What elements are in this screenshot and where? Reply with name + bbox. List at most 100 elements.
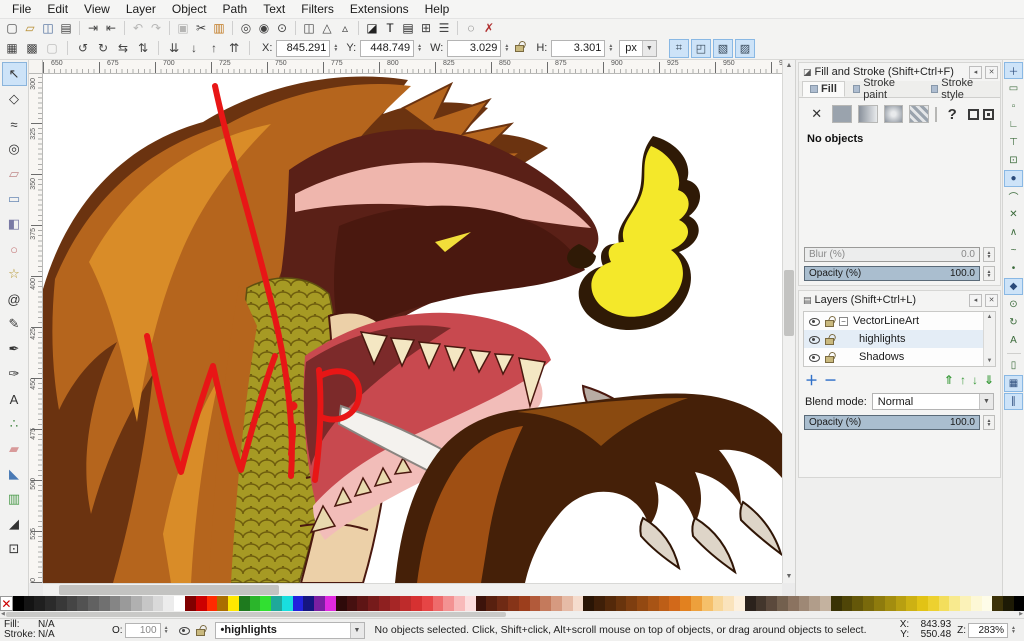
copy-button[interactable]: ▣ [174,20,192,36]
zoom-spinner[interactable]: ▲▼ [1011,626,1016,634]
close-icon[interactable]: ✕ [985,294,998,307]
spellcheck-button[interactable]: ✗ [480,20,498,36]
palette-swatch[interactable] [250,596,261,611]
dock-collapse-icon[interactable]: ◂ [969,294,982,307]
lower-layer-bottom-button[interactable]: ⇓ [984,373,994,387]
palette-swatch[interactable] [756,596,767,611]
fs-opacity-spinner[interactable]: ▲▼ [983,266,995,281]
tab-stroke-paint[interactable]: Stroke paint [845,81,923,97]
rectangle-button[interactable]: ▭ [2,187,27,211]
snap-bounding-box-button[interactable]: ▭ [1004,80,1023,97]
palette-swatch[interactable] [120,596,131,611]
palette-swatch[interactable] [368,596,379,611]
h-field[interactable]: 3.301 [551,40,605,57]
palette-swatch[interactable] [885,596,896,611]
ellipse-button[interactable]: ○ [2,237,27,261]
rotate-ccw-button[interactable]: ↺ [74,39,92,57]
gradient-button[interactable]: ▥ [2,487,27,511]
palette-swatch[interactable] [217,596,228,611]
menu-view[interactable]: View [76,1,118,17]
snap-page-border-button[interactable]: ▯ [1004,357,1023,374]
menu-filters[interactable]: Filters [293,1,342,17]
zoom-drawing-button[interactable]: ◉ [255,20,273,36]
canvas-hscrollbar[interactable] [43,583,782,596]
menu-object[interactable]: Object [164,1,215,17]
measure-button[interactable]: ▱ [2,162,27,186]
unlink-clone-button[interactable]: ▵ [336,20,354,36]
eye-icon[interactable] [809,334,820,345]
canvas[interactable] [43,74,782,583]
snap-object-centers-button[interactable]: ⊙ [1004,296,1023,313]
palette-swatch[interactable] [239,596,250,611]
cut-button[interactable]: ✂ [192,20,210,36]
layer-list-scrollbar[interactable]: ▲▼ [983,312,995,366]
text-dialog-button[interactable]: T [381,20,399,36]
snap-nodes-button[interactable]: ● [1004,170,1023,187]
palette-swatch[interactable] [551,596,562,611]
canvas-vscrollbar[interactable]: ▲ ▼ [782,60,795,583]
radial-gradient-button[interactable] [884,105,904,123]
palette-swatch[interactable] [745,596,756,611]
layer-row[interactable]: highlights [804,330,995,348]
selector-button[interactable]: ↖ [2,62,27,86]
palette-swatch[interactable] [949,596,960,611]
palette-swatch[interactable] [573,596,584,611]
snap-bbox-edge-midpoints-button[interactable]: ⊤ [1004,134,1023,151]
palette-swatch[interactable] [842,596,853,611]
opacity-status-spinner[interactable]: ▲▼ [164,626,169,634]
palette-swatch[interactable] [519,596,530,611]
open-document-button[interactable]: ▱ [21,20,39,36]
opacity-status-field[interactable]: 100 [125,623,161,638]
fs-opacity-slider[interactable]: Opacity (%)100.0 [804,266,980,281]
tab-fill[interactable]: Fill [802,81,845,97]
w-spinner[interactable]: ▲▼ [504,44,509,52]
snap-path-intersections-button[interactable]: ✕ [1004,206,1023,223]
star-button[interactable]: ☆ [2,262,27,286]
swatch-button[interactable] [935,107,937,122]
layers-dialog-button[interactable]: ▤ [399,20,417,36]
snap-grid-button[interactable]: ▦ [1004,375,1023,392]
palette-swatch[interactable] [56,596,67,611]
snap-others-button[interactable]: ◆ [1004,278,1023,295]
lower-to-bottom-button[interactable]: ⇊ [165,39,183,57]
menu-help[interactable]: Help [417,1,458,17]
lower-button[interactable]: ↓ [185,39,203,57]
ruler-horizontal[interactable]: 6506757007257507758008258508759009259509… [43,60,782,74]
blur-spinner[interactable]: ▲▼ [983,247,995,262]
expander-icon[interactable]: − [839,317,848,326]
create-clone-button[interactable]: △ [318,20,336,36]
current-layer-select[interactable]: •highlights▼ [215,622,365,639]
raise-to-top-button[interactable]: ⇈ [225,39,243,57]
menu-text[interactable]: Text [255,1,293,17]
export-button[interactable]: ⇤ [102,20,120,36]
connector-button[interactable]: ⊡ [2,537,27,561]
flip-horizontal-button[interactable]: ⇆ [114,39,132,57]
palette-scroll-thumb[interactable] [6,612,506,617]
layer-opacity-slider[interactable]: Opacity (%)100.0 [804,415,980,430]
paint-bucket-button[interactable]: ◣ [2,462,27,486]
palette-swatch[interactable] [616,596,627,611]
palette-swatch[interactable] [347,596,358,611]
eraser-button[interactable]: ▰ [2,437,27,461]
redo-button[interactable]: ↷ [147,20,165,36]
import-button[interactable]: ⇥ [84,20,102,36]
scale-stroke-toggle-button[interactable]: ⌗ [669,39,689,58]
palette-swatch-none[interactable]: ✕ [0,596,13,611]
move-gradients-toggle-button[interactable]: ▧ [713,39,733,58]
palette-swatch[interactable] [723,596,734,611]
palette-swatch[interactable] [88,596,99,611]
lock-icon[interactable] [825,356,834,363]
palette-swatch[interactable] [1014,596,1024,611]
linear-gradient-button[interactable] [858,105,878,123]
palette-swatch[interactable] [874,596,885,611]
palette-swatch[interactable] [1003,596,1014,611]
palette-swatch[interactable] [680,596,691,611]
palette-swatch[interactable] [314,596,325,611]
scroll-up-icon[interactable]: ▲ [783,60,795,72]
layer-visibility-icon[interactable] [179,625,190,636]
palette-swatch[interactable] [820,596,831,611]
palette-swatch[interactable] [594,596,605,611]
palette-swatch[interactable] [659,596,670,611]
palette-swatch[interactable] [626,596,637,611]
zoom-button[interactable]: ◎ [2,137,27,161]
